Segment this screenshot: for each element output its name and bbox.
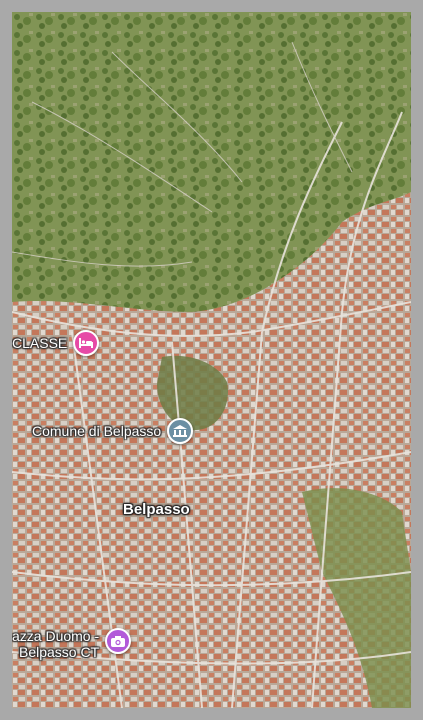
satellite-imagery	[12, 12, 411, 708]
screenshot-frame: CLASSE Comune di Belpasso Belpasso azza …	[0, 0, 423, 720]
poi-classe[interactable]: CLASSE	[12, 330, 100, 356]
camera-icon[interactable]	[105, 628, 132, 654]
poi-piazza-label-line1: azza Duomo -	[12, 628, 100, 644]
poi-piazza-label: azza Duomo - Belpasso CT	[12, 628, 99, 660]
government-building-icon[interactable]	[167, 418, 194, 444]
poi-piazza-duomo[interactable]: azza Duomo - Belpasso CT	[12, 628, 132, 660]
town-label-belpasso[interactable]: Belpasso	[123, 501, 190, 518]
poi-classe-label: CLASSE	[12, 335, 68, 351]
satellite-map[interactable]: CLASSE Comune di Belpasso Belpasso azza …	[12, 12, 411, 708]
poi-comune-di-belpasso[interactable]: Comune di Belpasso	[32, 418, 194, 444]
hotel-bed-icon[interactable]	[73, 330, 100, 356]
poi-comune-label: Comune di Belpasso	[32, 423, 162, 439]
poi-piazza-label-line2: Belpasso CT	[19, 644, 100, 660]
